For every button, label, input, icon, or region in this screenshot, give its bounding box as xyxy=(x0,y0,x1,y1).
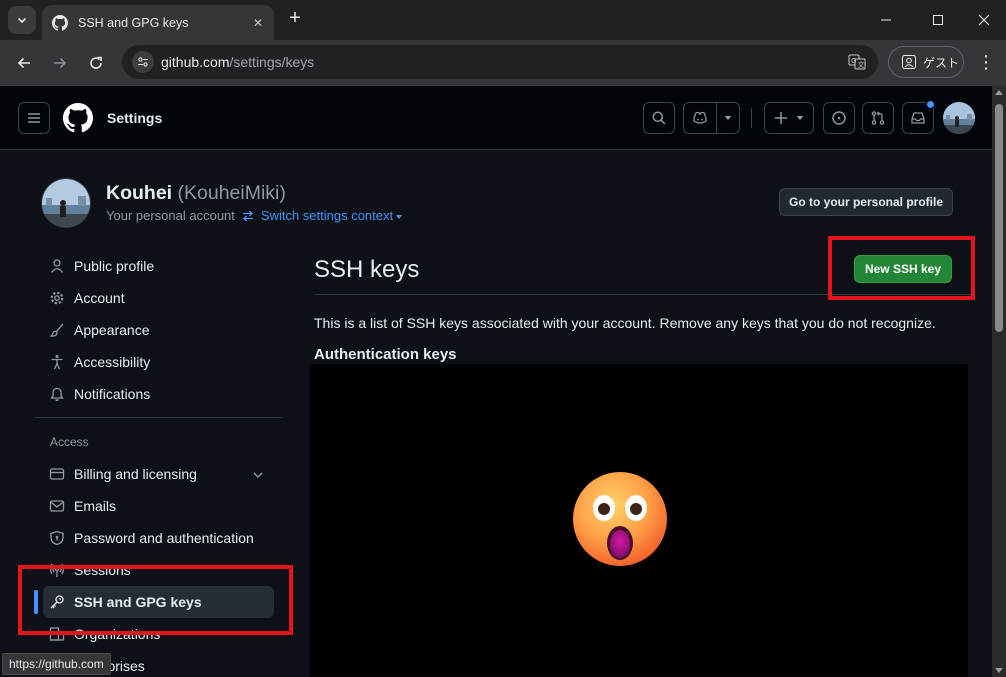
tab-title: SSH and GPG keys xyxy=(78,15,189,30)
account-name[interactable]: Kouhei (KouheiMiki) xyxy=(106,182,286,205)
shield-lock-icon xyxy=(49,530,65,546)
sidebar-divider xyxy=(34,417,282,418)
sidebar-item-appearance[interactable]: Appearance xyxy=(43,314,274,346)
account-avatar xyxy=(41,178,91,228)
gear-icon xyxy=(49,290,65,306)
highlight-new-ssh-key xyxy=(828,236,975,300)
sidebar-item-password-authentication[interactable]: Password and authentication xyxy=(43,522,274,554)
authentication-keys-heading: Authentication keys xyxy=(314,346,457,363)
status-url-bubble: https://github.com xyxy=(2,653,111,675)
accessibility-icon xyxy=(49,354,65,370)
browser-tab-active[interactable]: SSH and GPG keys ✕ xyxy=(42,5,274,40)
page-scrollbar[interactable] xyxy=(992,86,1006,677)
header-divider xyxy=(751,108,752,128)
sidebar-item-public-profile[interactable]: Public profile xyxy=(43,250,274,282)
search-icon[interactable] xyxy=(643,102,675,134)
page-title: SSH keys xyxy=(314,256,420,283)
site-info-icon[interactable] xyxy=(132,51,154,73)
paintbrush-icon xyxy=(49,322,65,338)
credit-card-icon xyxy=(49,466,65,482)
forward-icon[interactable] xyxy=(48,51,72,75)
copilot-button[interactable] xyxy=(683,102,740,134)
kebab-menu-icon[interactable]: ⋮ xyxy=(976,51,996,75)
reload-icon[interactable] xyxy=(84,51,108,75)
copilot-icon xyxy=(684,110,716,126)
profile-label: ゲスト xyxy=(923,55,960,70)
sidebar-item-emails[interactable]: Emails xyxy=(43,490,274,522)
hamburger-icon[interactable] xyxy=(18,102,50,134)
sidebar-item-account[interactable]: Account xyxy=(43,282,274,314)
caret-down-icon[interactable] xyxy=(717,114,739,122)
github-logo-icon[interactable] xyxy=(63,103,93,133)
sidebar-item-billing[interactable]: Billing and licensing xyxy=(43,458,274,490)
switch-settings-context-link[interactable]: Switch settings context xyxy=(261,208,403,223)
sidebar-item-accessibility[interactable]: Accessibility xyxy=(43,346,274,378)
highlight-ssh-gpg-keys xyxy=(18,565,293,635)
address-bar[interactable]: github.com/settings/keys G文 xyxy=(122,45,878,79)
person-icon xyxy=(49,258,65,274)
issue-opened-icon[interactable] xyxy=(823,102,855,134)
arrow-switch-icon xyxy=(241,209,255,223)
svg-text:文: 文 xyxy=(858,60,865,69)
github-favicon-icon xyxy=(52,14,68,31)
mail-icon xyxy=(49,498,65,514)
tab-search-icon[interactable] xyxy=(8,6,36,34)
browser-toolbar: github.com/settings/keys G文 ゲスト ⋮ xyxy=(0,40,1006,86)
avatar[interactable] xyxy=(943,102,975,134)
go-to-profile-button[interactable]: Go to your personal profile xyxy=(779,188,953,216)
scroll-up-arrow[interactable] xyxy=(995,90,1003,95)
window-close-icon[interactable] xyxy=(974,10,994,30)
browser-tab-strip: SSH and GPG keys ✕ + xyxy=(0,0,1006,40)
person-icon xyxy=(902,55,916,69)
account-subtitle: Your personal account Switch settings co… xyxy=(106,208,403,223)
guest-profile-button[interactable]: ゲスト xyxy=(888,46,964,78)
plus-icon xyxy=(775,112,787,124)
translate-icon[interactable]: G文 xyxy=(848,53,866,71)
chevron-down-icon[interactable] xyxy=(252,468,264,480)
close-icon[interactable]: ✕ xyxy=(250,16,266,30)
sidebar-item-notifications[interactable]: Notifications xyxy=(43,378,274,410)
maximize-icon[interactable] xyxy=(928,10,948,30)
astonished-face-icon xyxy=(571,471,669,567)
page-description: This is a list of SSH keys associated wi… xyxy=(314,315,936,331)
bell-icon xyxy=(49,386,65,402)
plus-icon[interactable]: + xyxy=(284,8,306,30)
create-new-button[interactable] xyxy=(764,102,814,134)
pull-request-icon[interactable] xyxy=(862,102,894,134)
notification-dot xyxy=(926,100,935,109)
svg-text:G: G xyxy=(851,57,856,65)
scrollbar-thumb[interactable] xyxy=(995,104,1003,332)
minimize-icon[interactable] xyxy=(876,10,896,30)
github-header: Settings xyxy=(0,86,992,150)
back-icon[interactable] xyxy=(12,51,36,75)
scroll-down-arrow[interactable] xyxy=(995,668,1003,673)
url-text: github.com/settings/keys xyxy=(161,54,315,70)
header-context-title[interactable]: Settings xyxy=(107,110,162,126)
sidebar-heading-access: Access xyxy=(50,435,89,449)
